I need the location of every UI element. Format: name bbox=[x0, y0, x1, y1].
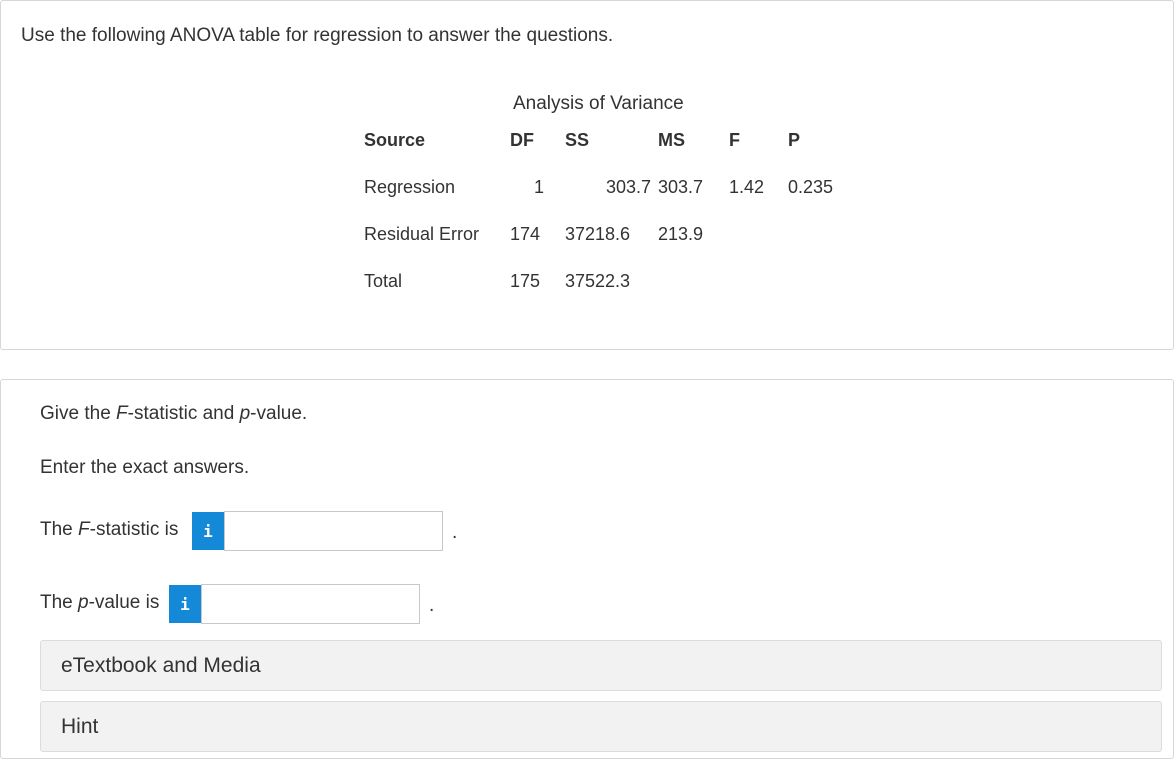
row-ms: 303.7 bbox=[658, 177, 704, 197]
header-f: F bbox=[729, 130, 740, 150]
p-value-label: The p-value is bbox=[40, 592, 159, 614]
anova-panel: Use the following ANOVA table for regres… bbox=[0, 0, 1174, 350]
row-source: Regression bbox=[364, 177, 456, 197]
row-ms: 213.9 bbox=[658, 224, 704, 244]
row-df: 1 bbox=[533, 177, 544, 197]
f-label-prefix: The bbox=[40, 519, 79, 540]
row-f: 1.42 bbox=[729, 177, 765, 197]
hint-accordion[interactable]: Hint bbox=[40, 701, 1162, 752]
instruction-text: Enter the exact answers. bbox=[40, 457, 250, 478]
p-period: . bbox=[429, 595, 435, 616]
prompt-mid: -statistic and bbox=[127, 403, 240, 424]
info-icon[interactable]: i bbox=[192, 512, 224, 550]
f-label-var: F bbox=[78, 519, 90, 540]
prompt-f-var: F bbox=[116, 403, 128, 424]
row-ss: 303.7 bbox=[605, 177, 651, 197]
header-ss: SS bbox=[565, 130, 590, 150]
anova-title: Analysis of Variance bbox=[513, 93, 684, 114]
row-ss: 37218.6 bbox=[565, 224, 631, 244]
row-df: 174 bbox=[510, 224, 541, 244]
row-df: 175 bbox=[510, 271, 541, 291]
f-label-suffix: -statistic is bbox=[89, 519, 179, 540]
prompt-p-var: p bbox=[239, 403, 251, 424]
question-panel: Give the F-statistic and p-value. Enter … bbox=[0, 379, 1174, 759]
header-p: P bbox=[788, 130, 801, 150]
f-statistic-input[interactable] bbox=[224, 511, 443, 551]
info-icon[interactable]: i bbox=[169, 585, 201, 623]
row-source: Residual Error bbox=[364, 224, 480, 244]
p-label-prefix: The bbox=[40, 592, 79, 613]
row-p: 0.235 bbox=[788, 177, 834, 197]
prompt-prefix: Give the bbox=[40, 403, 117, 424]
p-value-input[interactable] bbox=[201, 584, 420, 624]
header-source: Source bbox=[364, 130, 426, 150]
f-period: . bbox=[452, 522, 458, 543]
row-ss: 37522.3 bbox=[565, 271, 631, 291]
etextbook-media-accordion[interactable]: eTextbook and Media bbox=[40, 640, 1162, 691]
question-prompt: Give the F-statistic and p-value. bbox=[40, 403, 307, 425]
intro-text: Use the following ANOVA table for regres… bbox=[21, 25, 614, 46]
p-label-suffix: -value is bbox=[88, 592, 160, 613]
header-ms: MS bbox=[658, 130, 685, 150]
prompt-suffix: -value. bbox=[250, 403, 308, 424]
header-df: DF bbox=[510, 130, 534, 150]
row-source: Total bbox=[364, 271, 403, 291]
f-statistic-label: The F-statistic is bbox=[40, 519, 178, 541]
p-label-var: p bbox=[78, 592, 89, 613]
